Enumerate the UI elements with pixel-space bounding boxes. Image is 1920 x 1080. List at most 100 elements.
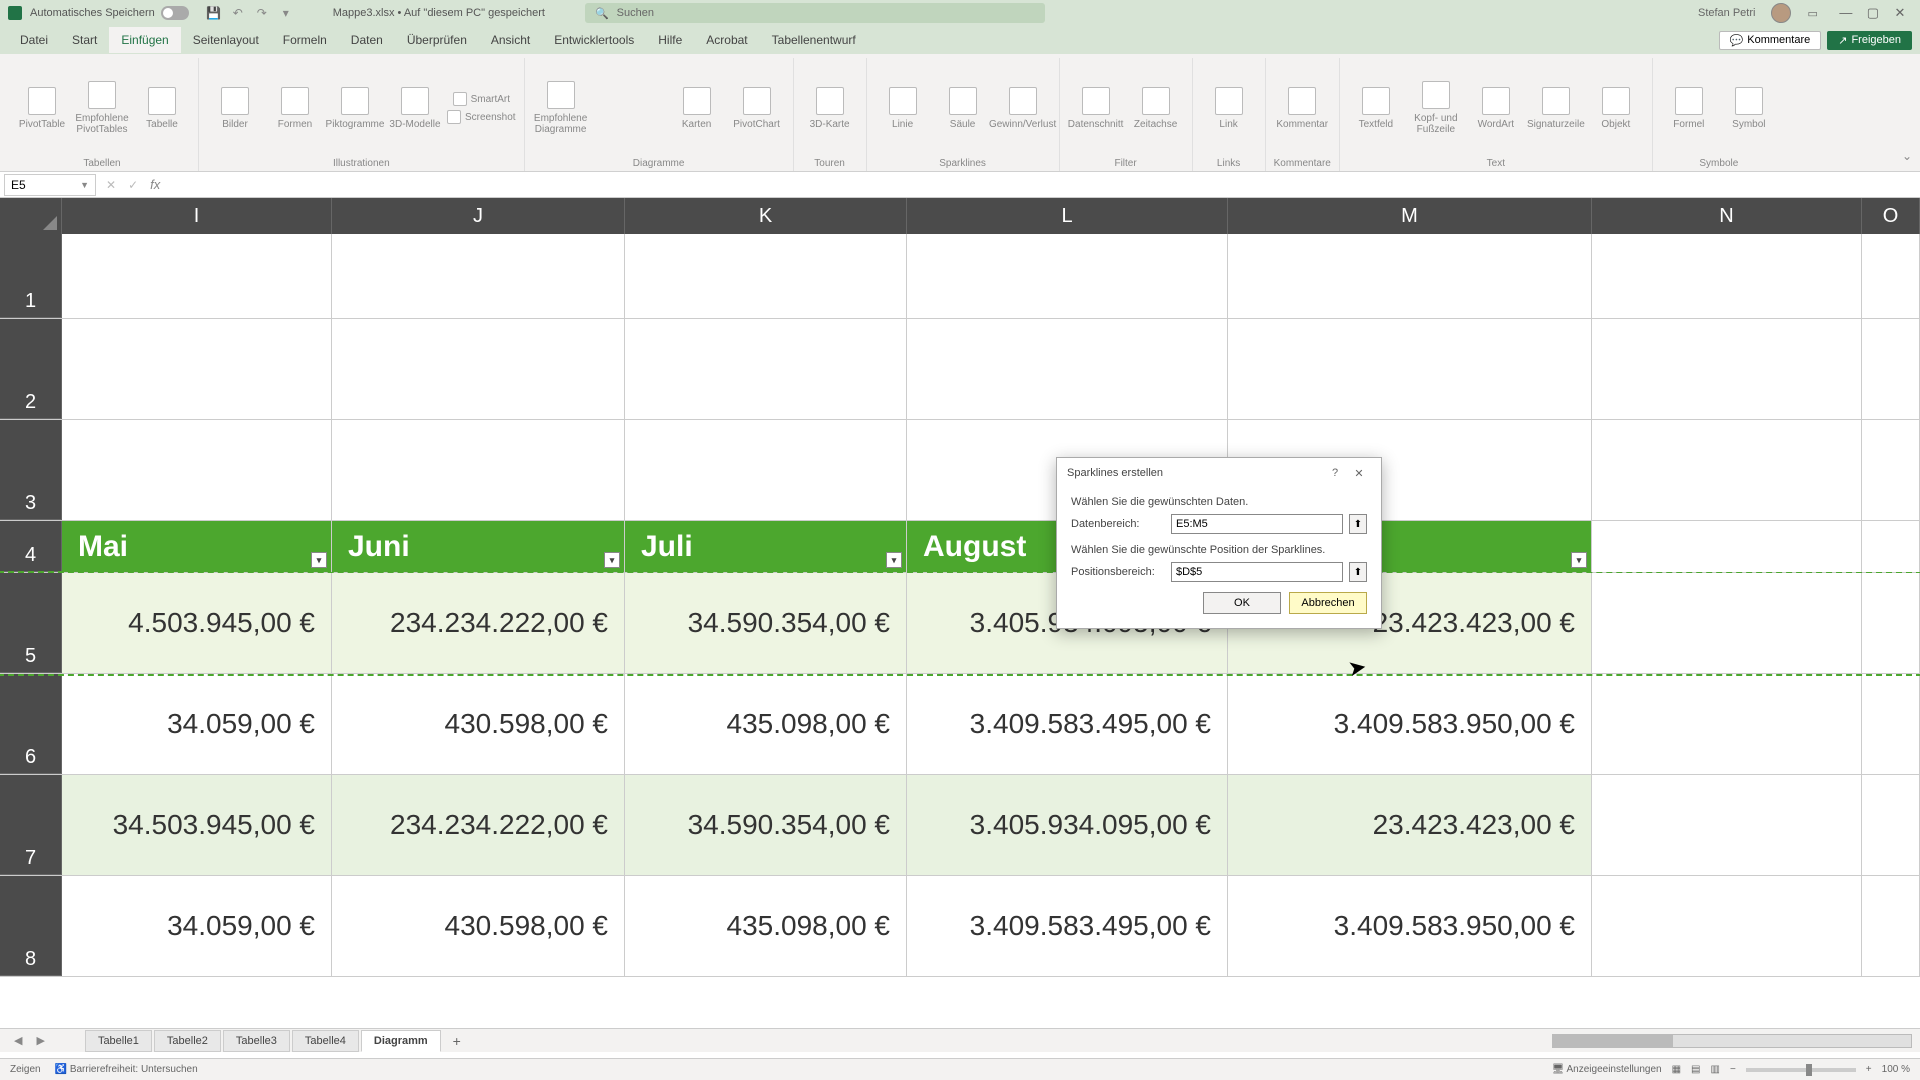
cell[interactable]: 3.409.583.495,00 €: [907, 674, 1228, 774]
col-header[interactable]: K: [625, 198, 907, 234]
table-header[interactable]: Mai▾: [62, 521, 332, 572]
maximize-icon[interactable]: ▢: [1861, 5, 1885, 21]
pivottable-button[interactable]: PivotTable: [14, 69, 70, 147]
status-accessibility[interactable]: ♿ Barrierefreiheit: Untersuchen: [55, 1064, 198, 1075]
new-sheet-button[interactable]: +: [443, 1033, 471, 1049]
autosave-toggle[interactable]: Automatisches Speichern: [30, 6, 189, 20]
tab-ueberpruefen[interactable]: Überprüfen: [395, 27, 479, 53]
signature-button[interactable]: Signaturzeile: [1528, 69, 1584, 147]
slicer-button[interactable]: Datenschnitt: [1068, 69, 1124, 147]
chart-type-icon[interactable]: [593, 87, 613, 107]
dialog-close-icon[interactable]: ✕: [1347, 467, 1371, 480]
shapes-button[interactable]: Formen: [267, 69, 323, 147]
cell[interactable]: 34.059,00 €: [62, 876, 332, 976]
sheet-tab[interactable]: Tabelle2: [154, 1030, 221, 1052]
wordart-button[interactable]: WordArt: [1468, 69, 1524, 147]
col-header[interactable]: N: [1592, 198, 1862, 234]
cell[interactable]: 23.423.423,00 €: [1228, 775, 1592, 875]
zoom-slider[interactable]: [1746, 1068, 1856, 1072]
share-button[interactable]: ↗ Freigeben: [1827, 31, 1912, 50]
filter-icon[interactable]: ▾: [886, 552, 902, 568]
user-name[interactable]: Stefan Petri: [1698, 7, 1755, 19]
select-all-corner[interactable]: [0, 198, 62, 234]
view-pagebreak-icon[interactable]: ▥: [1711, 1064, 1720, 1075]
avatar[interactable]: [1771, 3, 1791, 23]
row-header[interactable]: 3: [0, 420, 62, 520]
cell[interactable]: 435.098,00 €: [625, 674, 907, 774]
textbox-button[interactable]: Textfeld: [1348, 69, 1404, 147]
row-header[interactable]: 7: [0, 775, 62, 875]
range-picker-icon[interactable]: ⬆: [1349, 514, 1367, 534]
zoom-level[interactable]: 100 %: [1882, 1064, 1910, 1075]
tab-acrobat[interactable]: Acrobat: [694, 27, 759, 53]
recommended-pivot-button[interactable]: Empfohlene PivotTables: [74, 69, 130, 147]
redo-icon[interactable]: ↷: [255, 6, 269, 20]
cell[interactable]: 3.409.583.950,00 €: [1228, 876, 1592, 976]
col-header[interactable]: I: [62, 198, 332, 234]
sheet-tab[interactable]: Diagramm: [361, 1030, 441, 1052]
minimize-icon[interactable]: —: [1834, 5, 1858, 20]
object-button[interactable]: Objekt: [1588, 69, 1644, 147]
chart-type-icon[interactable]: [593, 110, 613, 130]
sheet-tab[interactable]: Tabelle4: [292, 1030, 359, 1052]
sheet-tab[interactable]: Tabelle3: [223, 1030, 290, 1052]
close-icon[interactable]: ✕: [1888, 5, 1912, 21]
view-normal-icon[interactable]: ▦: [1672, 1064, 1681, 1075]
view-pagelayout-icon[interactable]: ▤: [1691, 1064, 1700, 1075]
cell[interactable]: 430.598,00 €: [332, 876, 625, 976]
headerfooter-button[interactable]: Kopf- und Fußzeile: [1408, 69, 1464, 147]
cell[interactable]: 3.405.934.095,00 €: [907, 775, 1228, 875]
zoom-out-icon[interactable]: −: [1730, 1064, 1736, 1075]
cell[interactable]: 34.590.354,00 €: [625, 573, 907, 673]
row-header[interactable]: 6: [0, 674, 62, 774]
switch-icon[interactable]: [161, 6, 189, 20]
enter-fx-icon[interactable]: ✓: [122, 178, 144, 192]
sheet-nav-prev-icon[interactable]: ◀: [8, 1034, 28, 1047]
smartart-button[interactable]: SmartArt: [447, 92, 516, 106]
row-header[interactable]: 1: [0, 234, 62, 318]
chart-type-icon[interactable]: [618, 87, 638, 107]
cell[interactable]: 234.234.222,00 €: [332, 573, 625, 673]
undo-icon[interactable]: ↶: [231, 6, 245, 20]
table-header[interactable]: Juni▾: [332, 521, 625, 572]
search-input[interactable]: 🔍 Suchen: [585, 3, 1045, 23]
cell[interactable]: 3.409.583.495,00 €: [907, 876, 1228, 976]
3dmap-button[interactable]: 3D-Karte: [802, 69, 858, 147]
icons-button[interactable]: Piktogramme: [327, 69, 383, 147]
sparkline-line-button[interactable]: Linie: [875, 69, 931, 147]
pictures-button[interactable]: Bilder: [207, 69, 263, 147]
filter-icon[interactable]: ▾: [1571, 552, 1587, 568]
table-button[interactable]: Tabelle: [134, 69, 190, 147]
pivotchart-button[interactable]: PivotChart: [729, 69, 785, 147]
maps-button[interactable]: Karten: [669, 69, 725, 147]
screenshot-button[interactable]: Screenshot: [447, 110, 516, 124]
range-picker-icon[interactable]: ⬆: [1349, 562, 1367, 582]
sheet-nav-next-icon[interactable]: ▶: [30, 1034, 50, 1047]
sparkline-winloss-button[interactable]: Gewinn/Verlust: [995, 69, 1051, 147]
cell[interactable]: 430.598,00 €: [332, 674, 625, 774]
spreadsheet-grid[interactable]: I J K L M N O 1 2 3 4 Mai▾ Juni▾ Juli▾ A…: [0, 198, 1920, 1036]
data-range-input[interactable]: [1171, 514, 1343, 534]
row-header[interactable]: 4: [0, 521, 62, 572]
cancel-fx-icon[interactable]: ✕: [100, 178, 122, 192]
tab-entwicklertools[interactable]: Entwicklertools: [542, 27, 646, 53]
collapse-ribbon-icon[interactable]: ⌄: [1902, 149, 1912, 163]
tab-tabellenentwurf[interactable]: Tabellenentwurf: [760, 27, 868, 53]
sparkline-column-button[interactable]: Säule: [935, 69, 991, 147]
horizontal-scrollbar[interactable]: [1552, 1034, 1912, 1048]
tab-einfuegen[interactable]: Einfügen: [109, 27, 180, 53]
tab-hilfe[interactable]: Hilfe: [646, 27, 694, 53]
row-header[interactable]: 5: [0, 573, 62, 673]
recommended-charts-button[interactable]: Empfohlene Diagramme: [533, 69, 589, 147]
dialog-help-icon[interactable]: ?: [1323, 467, 1347, 479]
row-header[interactable]: 2: [0, 319, 62, 419]
timeline-button[interactable]: Zeitachse: [1128, 69, 1184, 147]
cell[interactable]: 4.503.945,00 €: [62, 573, 332, 673]
3dmodels-button[interactable]: 3D-Modelle: [387, 69, 443, 147]
save-icon[interactable]: 💾: [207, 6, 221, 20]
col-header[interactable]: M: [1228, 198, 1592, 234]
cell[interactable]: 435.098,00 €: [625, 876, 907, 976]
tab-daten[interactable]: Daten: [339, 27, 395, 53]
sheet-tab[interactable]: Tabelle1: [85, 1030, 152, 1052]
link-button[interactable]: Link: [1201, 69, 1257, 147]
